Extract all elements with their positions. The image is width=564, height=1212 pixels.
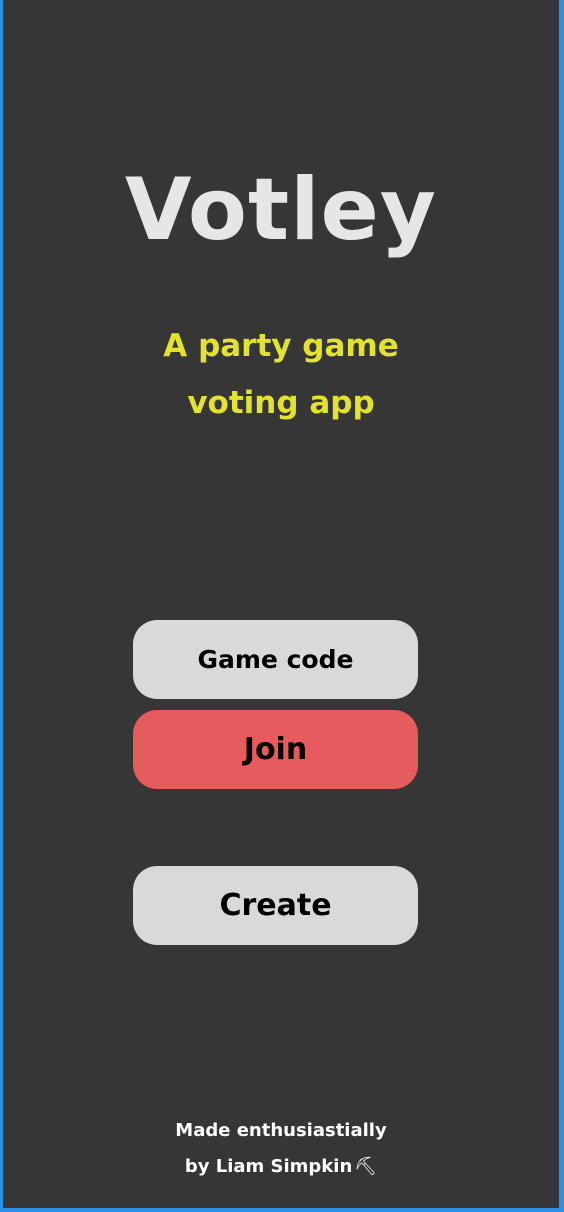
footer-author: by Liam Simpkin <box>184 1156 353 1177</box>
subtitle-line-2: voting app <box>187 385 375 421</box>
app-title: Votley <box>125 160 437 260</box>
game-code-input[interactable] <box>133 620 418 699</box>
join-button[interactable]: Join <box>133 710 418 789</box>
hammer-icon: ⛏ <box>354 1156 378 1177</box>
app-screen: Votley A party game voting app Join Crea… <box>3 0 559 1208</box>
app-subtitle: A party game voting app <box>3 318 559 432</box>
footer-line-1: Made enthusiastially <box>175 1120 387 1141</box>
create-button[interactable]: Create <box>133 866 418 945</box>
footer-line-2: by Liam Simpkin ⛏ <box>3 1149 559 1185</box>
footer-credit: Made enthusiastially by Liam Simpkin ⛏ <box>3 1113 559 1185</box>
subtitle-line-1: A party game <box>163 328 399 364</box>
